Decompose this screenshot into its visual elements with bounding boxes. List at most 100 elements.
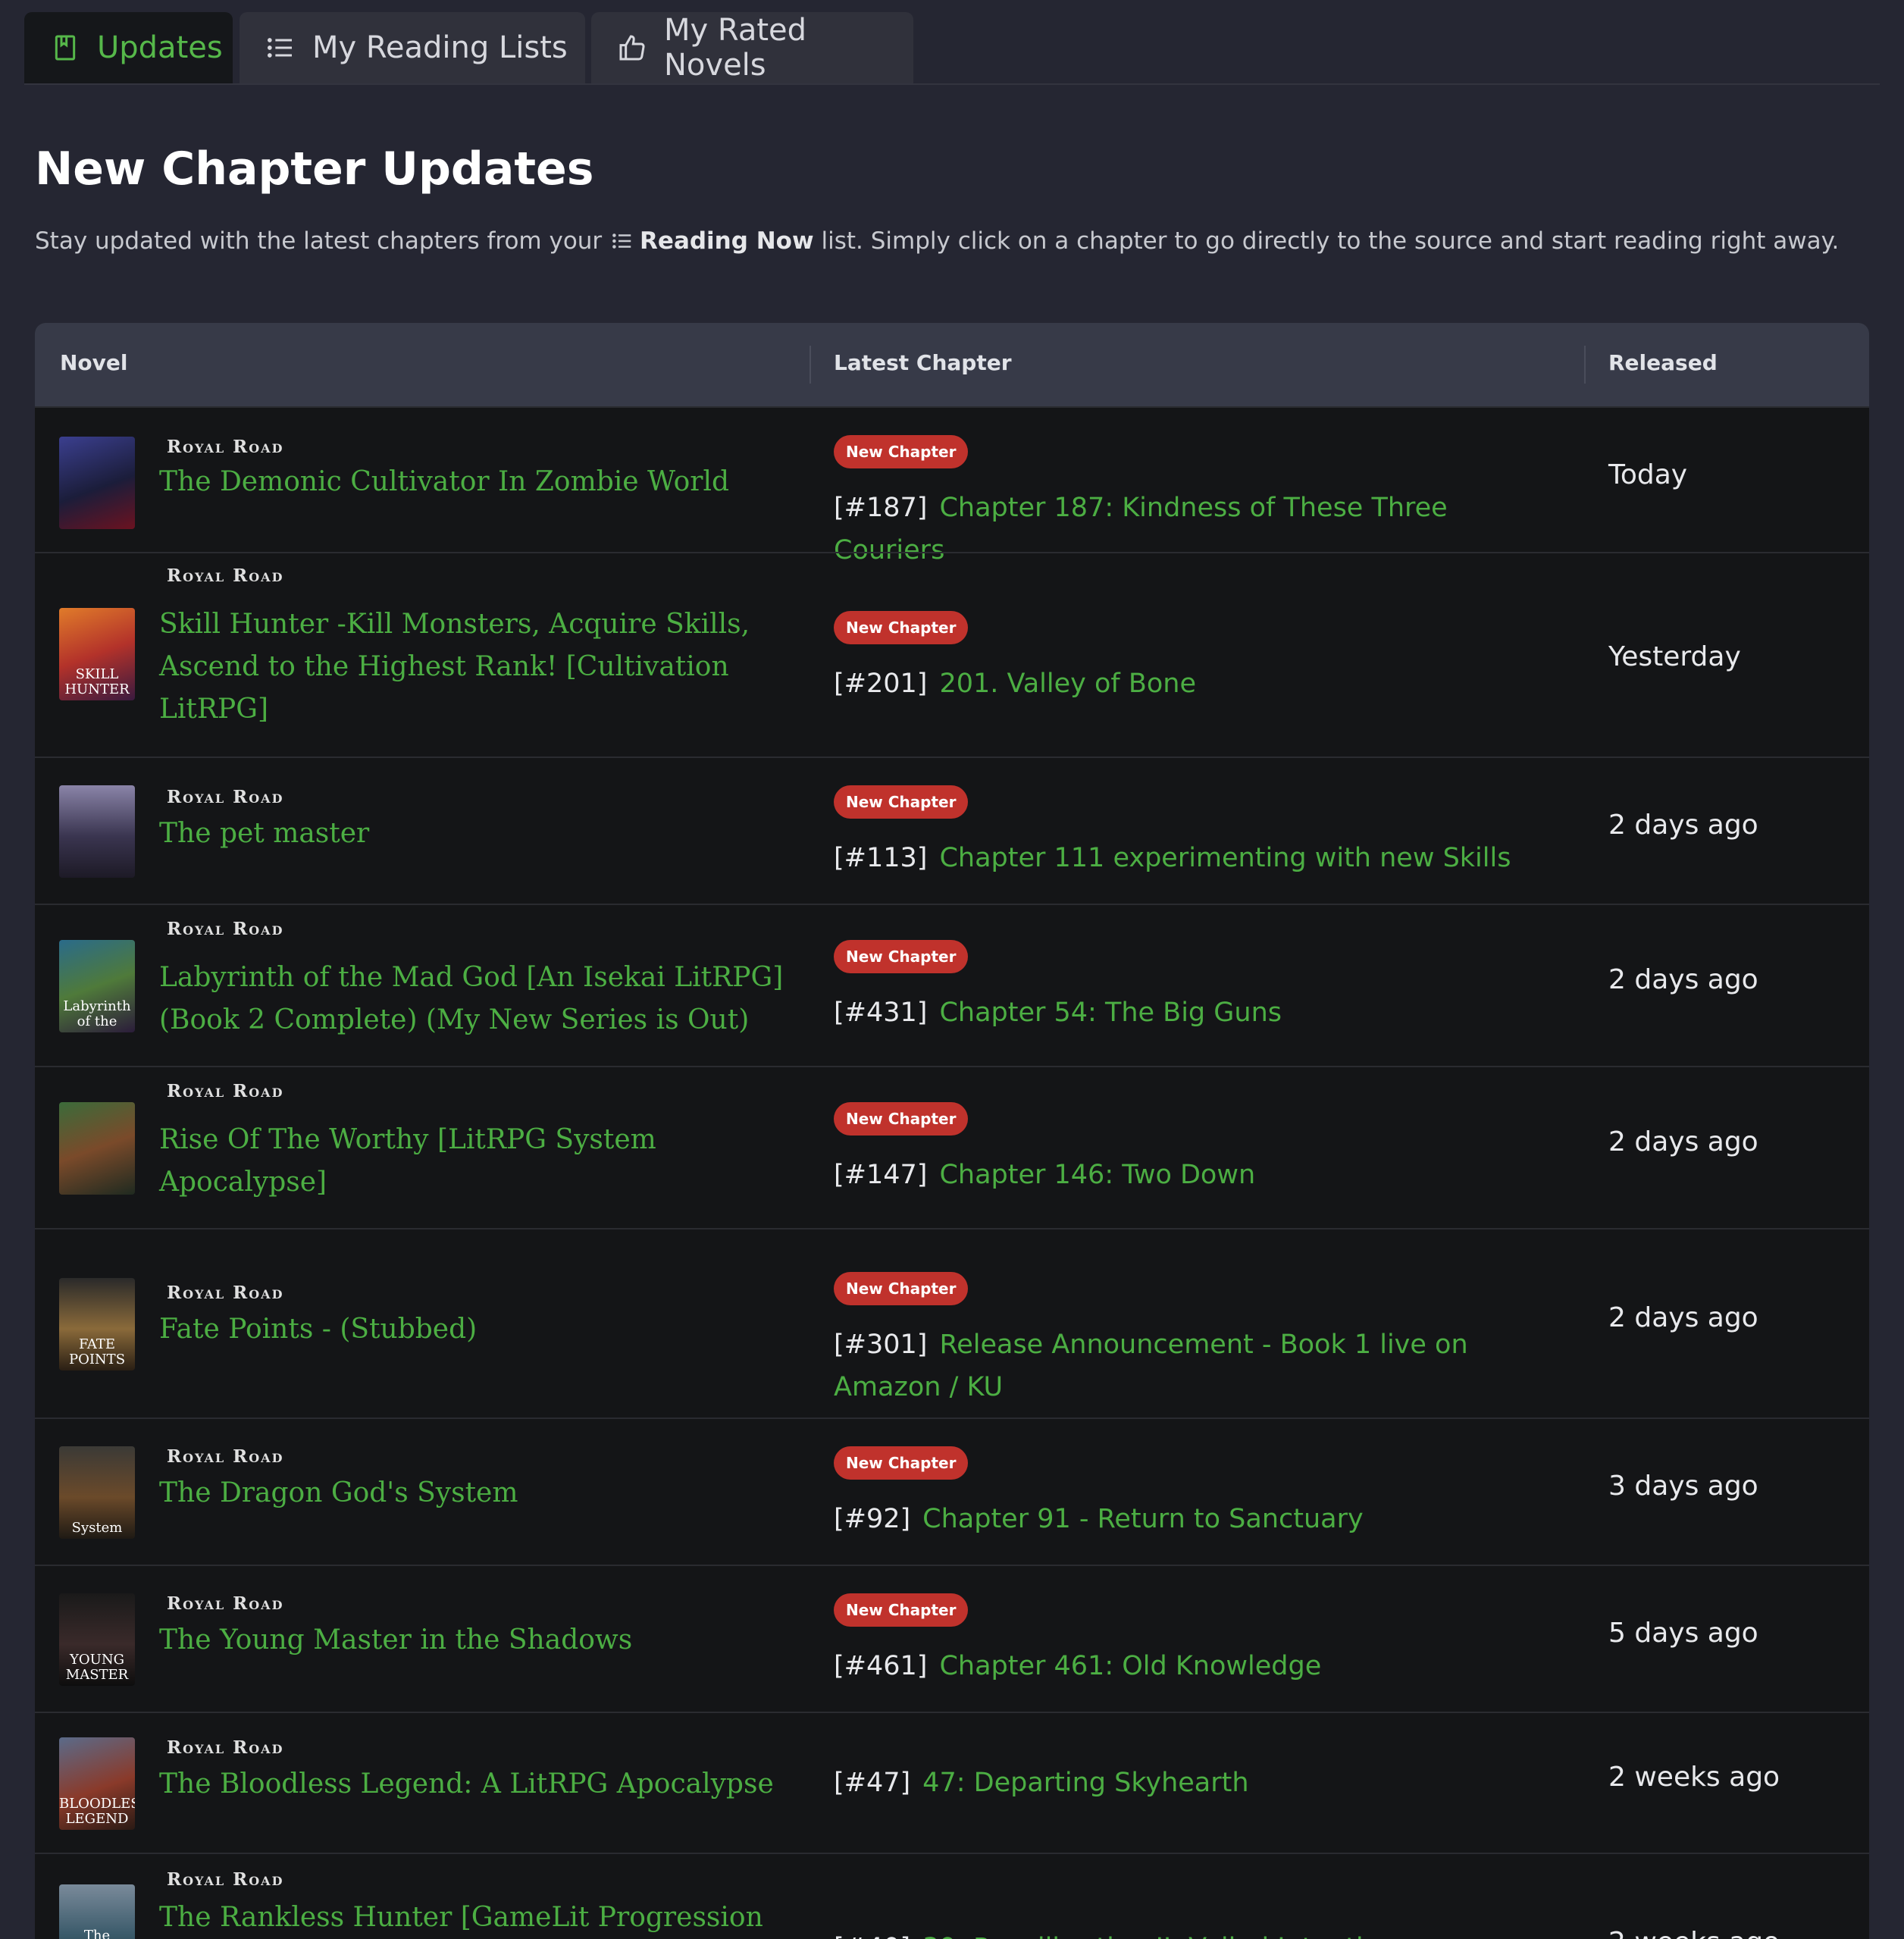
novel-cover-image[interactable]: Labyrinth of the xyxy=(59,940,135,1032)
chapter-link[interactable]: Release Announcement - Book 1 live on Am… xyxy=(834,1330,1468,1402)
novel-title-link[interactable]: The Young Master in the Shadows xyxy=(159,1619,796,1662)
thumbs-up-icon xyxy=(619,35,645,61)
cover-caption: SKILL HUNTER xyxy=(64,666,130,697)
latest-chapter: [#301] Release Announcement - Book 1 live… xyxy=(834,1323,1561,1408)
cover-caption: BLOODLESS LEGEND xyxy=(59,1796,135,1827)
column-header-released[interactable]: Released xyxy=(1608,350,1718,375)
latest-chapter: [#461] Chapter 461: Old Knowledge xyxy=(834,1645,1561,1687)
list-icon xyxy=(612,233,631,249)
table-header: Novel Latest Chapter Released xyxy=(35,323,1869,406)
chapter-link[interactable]: Chapter 54: The Big Guns xyxy=(939,998,1282,1028)
novel-title-link[interactable]: Skill Hunter -Kill Monsters, Acquire Ski… xyxy=(159,603,796,731)
bookmark-icon xyxy=(55,35,76,61)
chapter-number: [#461] xyxy=(834,1651,928,1681)
royal-road-logo: Royal Road xyxy=(167,1081,284,1101)
tab-reading-lists-label: My Reading Lists xyxy=(312,30,568,65)
novel-title-link[interactable]: The pet master xyxy=(159,813,796,855)
cover-caption: YOUNG MASTER xyxy=(65,1652,129,1683)
novel-title-link[interactable]: The Bloodless Legend: A LitRPG Apocalyps… xyxy=(159,1763,796,1806)
latest-chapter: [#147] Chapter 146: Two Down xyxy=(834,1154,1561,1196)
chapter-number: [#113] xyxy=(834,843,928,873)
royal-road-logo: Royal Road xyxy=(167,437,284,457)
released-date: 5 days ago xyxy=(1608,1618,1758,1649)
chapter-link[interactable]: Chapter 461: Old Knowledge xyxy=(939,1651,1321,1681)
novel-cover-image[interactable]: FATE POINTS xyxy=(59,1278,135,1370)
chapter-link[interactable]: 201. Valley of Bone xyxy=(939,669,1196,699)
royal-road-logo: Royal Road xyxy=(167,919,284,939)
new-chapter-badge: New Chapter xyxy=(834,1593,969,1627)
list-icon xyxy=(268,38,292,58)
column-header-latest-chapter[interactable]: Latest Chapter xyxy=(834,350,1012,375)
cover-caption: The Rankless Hunter xyxy=(83,1928,111,1939)
released-date: 3 days ago xyxy=(1608,1471,1758,1502)
novel-cover-image[interactable] xyxy=(59,437,135,529)
table-row: Labyrinth of the Royal Road Labyrinth of t… xyxy=(35,904,1869,1067)
novel-cover-image[interactable]: YOUNG MASTER xyxy=(59,1593,135,1686)
table-row: The Rankless Hunter Royal Road The Rankles… xyxy=(35,1853,1869,1939)
novel-cover-image[interactable]: BLOODLESS LEGEND xyxy=(59,1737,135,1830)
column-divider xyxy=(1584,346,1586,384)
new-chapter-badge: New Chapter xyxy=(834,1102,969,1136)
released-date: 2 days ago xyxy=(1608,810,1758,841)
royal-road-logo: Royal Road xyxy=(167,1869,284,1890)
page-intro: Stay updated with the latest chapters fr… xyxy=(35,227,1839,255)
novel-title-link[interactable]: The Demonic Cultivator In Zombie World xyxy=(159,461,796,503)
novel-cover-image[interactable]: The Rankless Hunter xyxy=(59,1884,135,1939)
reading-now-list-link[interactable]: Reading Now xyxy=(640,227,814,255)
tab-updates[interactable]: Updates xyxy=(24,12,233,83)
updates-table: Novel Latest Chapter Released Royal Road… xyxy=(35,323,1869,1939)
novel-cover-image[interactable] xyxy=(59,785,135,878)
table-row: YOUNG MASTER Royal Road The Young Master i… xyxy=(35,1565,1869,1713)
novel-title-link[interactable]: The Rankless Hunter [GameLit Progression xyxy=(159,1897,796,1939)
novel-cover-image[interactable]: System xyxy=(59,1446,135,1539)
table-row: System Royal Road The Dragon God's System N… xyxy=(35,1417,1869,1566)
chapter-link[interactable]: 39. Recalibration II: Veiled Intentions xyxy=(922,1933,1410,1939)
column-header-novel[interactable]: Novel xyxy=(60,350,128,375)
new-chapter-badge: New Chapter xyxy=(834,435,969,468)
chapter-number: [#40] xyxy=(834,1933,910,1939)
novel-title-link[interactable]: The Dragon God's System xyxy=(159,1472,796,1515)
novel-title-link[interactable]: Rise Of The Worthy [LitRPG System Apocal… xyxy=(159,1119,796,1204)
latest-chapter: [#47] 47: Departing Skyhearth xyxy=(834,1762,1561,1804)
novel-title-link[interactable]: Fate Points - (Stubbed) xyxy=(159,1308,796,1351)
chapter-link[interactable]: Chapter 111 experimenting with new Skill… xyxy=(939,843,1511,873)
latest-chapter: [#431] Chapter 54: The Big Guns xyxy=(834,991,1561,1034)
released-date: 2 weeks ago xyxy=(1608,1927,1780,1939)
tab-reading-lists[interactable]: My Reading Lists xyxy=(240,12,585,83)
novel-cover-image[interactable] xyxy=(59,1102,135,1195)
column-divider xyxy=(810,346,811,384)
new-chapter-badge: New Chapter xyxy=(834,611,969,644)
tab-bar: Updates My Reading Lists My Rated Novels xyxy=(24,12,1880,85)
new-chapter-badge: New Chapter xyxy=(834,785,969,819)
released-date: 2 days ago xyxy=(1608,1302,1758,1333)
released-date: 2 weeks ago xyxy=(1608,1762,1780,1793)
table-row: BLOODLESS LEGEND Royal Road The Bloodless … xyxy=(35,1712,1869,1854)
new-chapter-badge: New Chapter xyxy=(834,940,969,973)
novel-cover-image[interactable]: SKILL HUNTER xyxy=(59,608,135,700)
chapter-number: [#187] xyxy=(834,493,928,523)
latest-chapter: [#113] Chapter 111 experimenting with new… xyxy=(834,837,1561,879)
released-date: 2 days ago xyxy=(1608,1126,1758,1157)
tab-rated-novels-label: My Rated Novels xyxy=(664,13,807,83)
new-chapter-badge: New Chapter xyxy=(834,1272,969,1305)
page-title: New Chapter Updates xyxy=(35,143,594,196)
royal-road-logo: Royal Road xyxy=(167,1737,284,1758)
table-row: FATE POINTS Royal Road Fate Points - (Stub… xyxy=(35,1228,1869,1419)
chapter-link[interactable]: Chapter 91 - Return to Sanctuary xyxy=(922,1504,1364,1534)
chapter-link[interactable]: 47: Departing Skyhearth xyxy=(922,1768,1248,1798)
royal-road-logo: Royal Road xyxy=(167,1446,284,1467)
released-date: 2 days ago xyxy=(1608,964,1758,995)
chapter-number: [#147] xyxy=(834,1160,928,1190)
latest-chapter: [#92] Chapter 91 - Return to Sanctuary xyxy=(834,1498,1561,1540)
intro-text-before: Stay updated with the latest chapters fr… xyxy=(35,227,603,255)
tab-rated-novels[interactable]: My Rated Novels xyxy=(591,12,913,83)
released-date: Today xyxy=(1608,459,1688,490)
novel-title-link[interactable]: Labyrinth of the Mad God [An Isekai LitR… xyxy=(159,957,796,1042)
table-row: Royal Road The Demonic Cultivator In Zomb… xyxy=(35,406,1869,565)
latest-chapter: [#40] 39. Recalibration II: Veiled Intent… xyxy=(834,1927,1561,1939)
chapter-number: [#201] xyxy=(834,669,928,699)
royal-road-logo: Royal Road xyxy=(167,787,284,807)
chapter-number: [#92] xyxy=(834,1504,911,1534)
tab-updates-label: Updates xyxy=(97,30,223,65)
chapter-link[interactable]: Chapter 146: Two Down xyxy=(939,1160,1255,1190)
